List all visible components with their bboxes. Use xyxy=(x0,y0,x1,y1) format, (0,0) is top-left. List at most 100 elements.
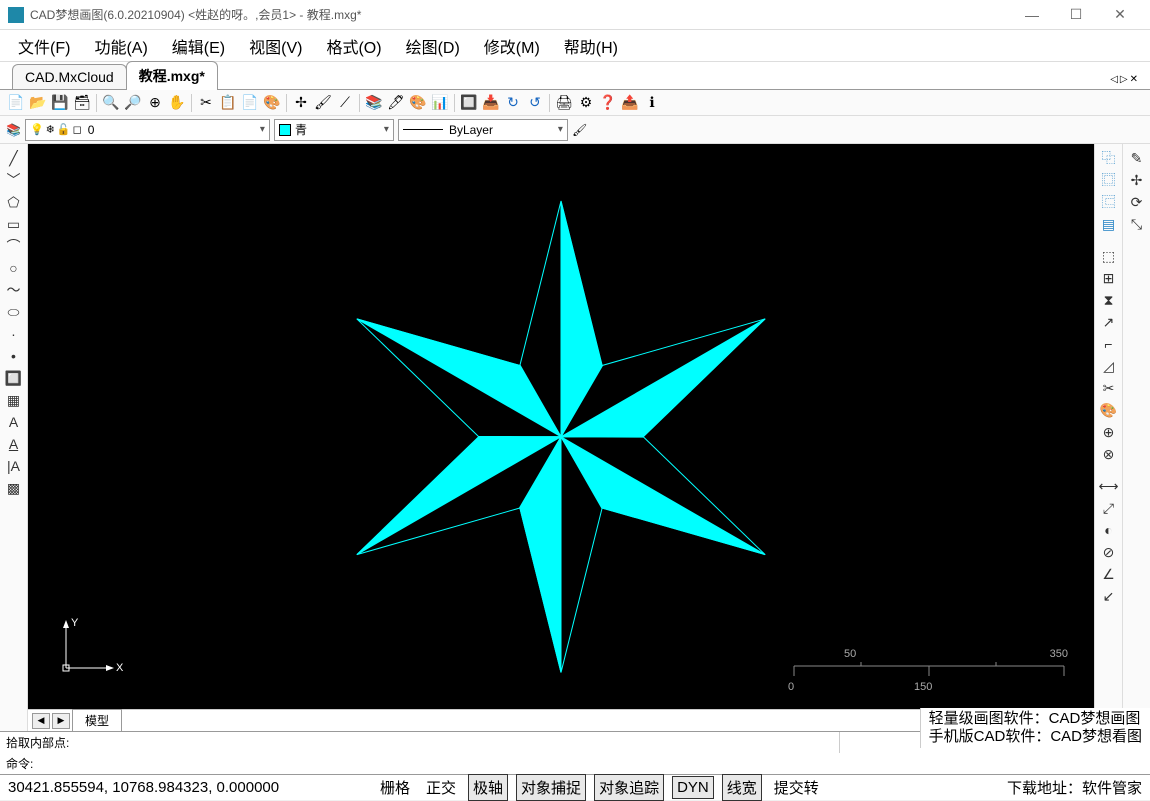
stretch-icon[interactable]: ↗ xyxy=(1095,312,1122,332)
ellipse-tool-icon[interactable]: ⬭ xyxy=(0,302,27,322)
rectangle-tool-icon[interactable]: ▭ xyxy=(0,214,27,234)
tab-cloud[interactable]: CAD.MxCloud xyxy=(12,64,127,89)
command-input[interactable] xyxy=(33,755,1144,772)
block-tool-icon[interactable]: 🔲 xyxy=(0,368,27,388)
pan-icon[interactable]: ✋ xyxy=(167,93,187,113)
move-icon[interactable]: ✢ xyxy=(291,93,311,113)
dim-linear-icon[interactable]: ⟷ xyxy=(1095,476,1122,496)
menu-modify[interactable]: 修改(M) xyxy=(474,30,550,62)
match-icon[interactable]: 🎨 xyxy=(262,93,282,113)
linetype-dropdown[interactable]: ByLayer xyxy=(398,119,568,141)
circle-tool-icon[interactable]: ○ xyxy=(0,258,27,278)
style-icon[interactable]: 🖊 xyxy=(386,93,406,113)
polyline-tool-icon[interactable]: ﹀ xyxy=(0,170,27,190)
tab-prev-icon[interactable]: ◁ xyxy=(1110,74,1118,85)
menu-format[interactable]: 格式(O) xyxy=(316,30,391,62)
scale-icon[interactable]: ⤡ xyxy=(1123,214,1150,234)
break-icon[interactable]: ⊗ xyxy=(1095,444,1122,464)
about-icon[interactable]: ℹ xyxy=(642,93,662,113)
mirror-obj-icon[interactable]: ⿴ xyxy=(1095,170,1122,190)
menu-view[interactable]: 视图(V) xyxy=(239,30,312,62)
export-icon[interactable]: 📤 xyxy=(620,93,640,113)
status-grid[interactable]: 栅格 xyxy=(376,775,414,800)
menu-edit[interactable]: 编辑(E) xyxy=(162,30,235,62)
redo-icon[interactable]: ↻ xyxy=(503,93,523,113)
zoom-window-icon[interactable]: 🔎 xyxy=(123,93,143,113)
dim-angular-icon[interactable]: ∠ xyxy=(1095,564,1122,584)
mtext-tool-icon[interactable]: A xyxy=(0,412,27,432)
status-polar[interactable]: 极轴 xyxy=(468,774,508,801)
status-otrack[interactable]: 对象追踪 xyxy=(594,774,664,801)
hatch-tool-icon[interactable]: ▦ xyxy=(0,390,27,410)
selwin-icon[interactable]: ⬚ xyxy=(1095,246,1122,266)
dim-radius-icon[interactable]: ◐ xyxy=(1095,520,1122,540)
menu-file[interactable]: 文件(F) xyxy=(8,30,80,62)
status-ortho[interactable]: 正交 xyxy=(422,775,460,800)
status-lweight[interactable]: 线宽 xyxy=(722,774,762,801)
open-icon[interactable]: 📂 xyxy=(28,93,48,113)
menu-help[interactable]: 帮助(H) xyxy=(554,30,628,62)
brush-icon[interactable]: 🖌 xyxy=(572,123,587,137)
line-icon[interactable]: ⟋ xyxy=(335,93,355,113)
status-submit[interactable]: 提交转 xyxy=(770,775,823,800)
layer-manager-icon[interactable]: 📚 xyxy=(6,123,21,137)
status-osnap[interactable]: 对象捕捉 xyxy=(516,774,586,801)
point-tool-icon[interactable]: · xyxy=(0,324,27,344)
grid-icon[interactable]: ⊞ xyxy=(1095,268,1122,288)
text-tool-icon[interactable]: A xyxy=(0,434,27,454)
saveall-icon[interactable]: 🗃 xyxy=(72,93,92,113)
dtext-tool-icon[interactable]: |A xyxy=(0,456,27,476)
status-dyn[interactable]: DYN xyxy=(672,776,714,799)
point2-tool-icon[interactable]: • xyxy=(0,346,27,366)
color-fill-icon[interactable]: 🎨 xyxy=(1095,400,1122,420)
print-icon[interactable]: 🖨 xyxy=(554,93,574,113)
tab-close-icon[interactable]: ✕ xyxy=(1130,74,1138,85)
mirror-icon[interactable]: ⧗ xyxy=(1095,290,1122,310)
menu-function[interactable]: 功能(A) xyxy=(84,30,157,62)
move-obj-icon[interactable]: ✢ xyxy=(1123,170,1150,190)
fillet-icon[interactable]: ⌐ xyxy=(1095,334,1122,354)
line-tool-icon[interactable]: ╱ xyxy=(0,148,27,168)
layers-icon[interactable]: 📚 xyxy=(364,93,384,113)
help-icon[interactable]: ❓ xyxy=(598,93,618,113)
arc-tool-icon[interactable]: ⌒ xyxy=(0,236,27,256)
colors-icon[interactable]: 🎨 xyxy=(408,93,428,113)
paint-icon[interactable]: 🖌 xyxy=(313,93,333,113)
block-icon[interactable]: 🔲 xyxy=(459,93,479,113)
model-prev-icon[interactable]: ◀ xyxy=(32,713,50,729)
insert-icon[interactable]: 📥 xyxy=(481,93,501,113)
minimize-button[interactable]: — xyxy=(1010,0,1054,30)
tab-next-icon[interactable]: ▷ xyxy=(1120,74,1128,85)
region-tool-icon[interactable]: ▩ xyxy=(0,478,27,498)
cut-icon[interactable]: ✂ xyxy=(196,93,216,113)
join-icon[interactable]: ⊕ xyxy=(1095,422,1122,442)
dim-leader-icon[interactable]: ↙ xyxy=(1095,586,1122,606)
maximize-button[interactable]: ☐ xyxy=(1054,0,1098,30)
props-icon[interactable]: 📊 xyxy=(430,93,450,113)
settings-icon[interactable]: ⚙ xyxy=(576,93,596,113)
rotate-icon[interactable]: ⟳ xyxy=(1123,192,1150,212)
polygon-tool-icon[interactable]: ⬠ xyxy=(0,192,27,212)
spline-tool-icon[interactable]: 〜 xyxy=(0,280,27,300)
paste-icon[interactable]: 📄 xyxy=(240,93,260,113)
model-tab[interactable]: 模型 xyxy=(72,709,122,732)
drawing-canvas[interactable]: Y X 50 350 0 150 xyxy=(28,144,1094,709)
menu-draw[interactable]: 绘图(D) xyxy=(396,30,470,62)
erase-icon[interactable]: ✎ xyxy=(1123,148,1150,168)
copy-obj-icon[interactable]: ⿻ xyxy=(1095,148,1122,168)
tab-tutorial[interactable]: 教程.mxg* xyxy=(126,61,218,90)
zoom-extents-icon[interactable]: 🔍 xyxy=(101,93,121,113)
model-next-icon[interactable]: ▶ xyxy=(52,713,70,729)
save-icon[interactable]: 💾 xyxy=(50,93,70,113)
close-button[interactable]: ✕ xyxy=(1098,0,1142,30)
undo-icon[interactable]: ↺ xyxy=(525,93,545,113)
dim-aligned-icon[interactable]: ⤢ xyxy=(1095,498,1122,518)
color-dropdown[interactable]: 青 xyxy=(274,119,394,141)
chamfer-icon[interactable]: ◿ xyxy=(1095,356,1122,376)
layer-dropdown[interactable]: 💡 ❄ 🔓 ◻ 0 xyxy=(25,119,270,141)
copy-icon[interactable]: 📋 xyxy=(218,93,238,113)
new-icon[interactable]: 📄 xyxy=(6,93,26,113)
offset-icon[interactable]: ⿷ xyxy=(1095,192,1122,212)
zoom-prev-icon[interactable]: ⊕ xyxy=(145,93,165,113)
array-icon[interactable]: ▤ xyxy=(1095,214,1122,234)
